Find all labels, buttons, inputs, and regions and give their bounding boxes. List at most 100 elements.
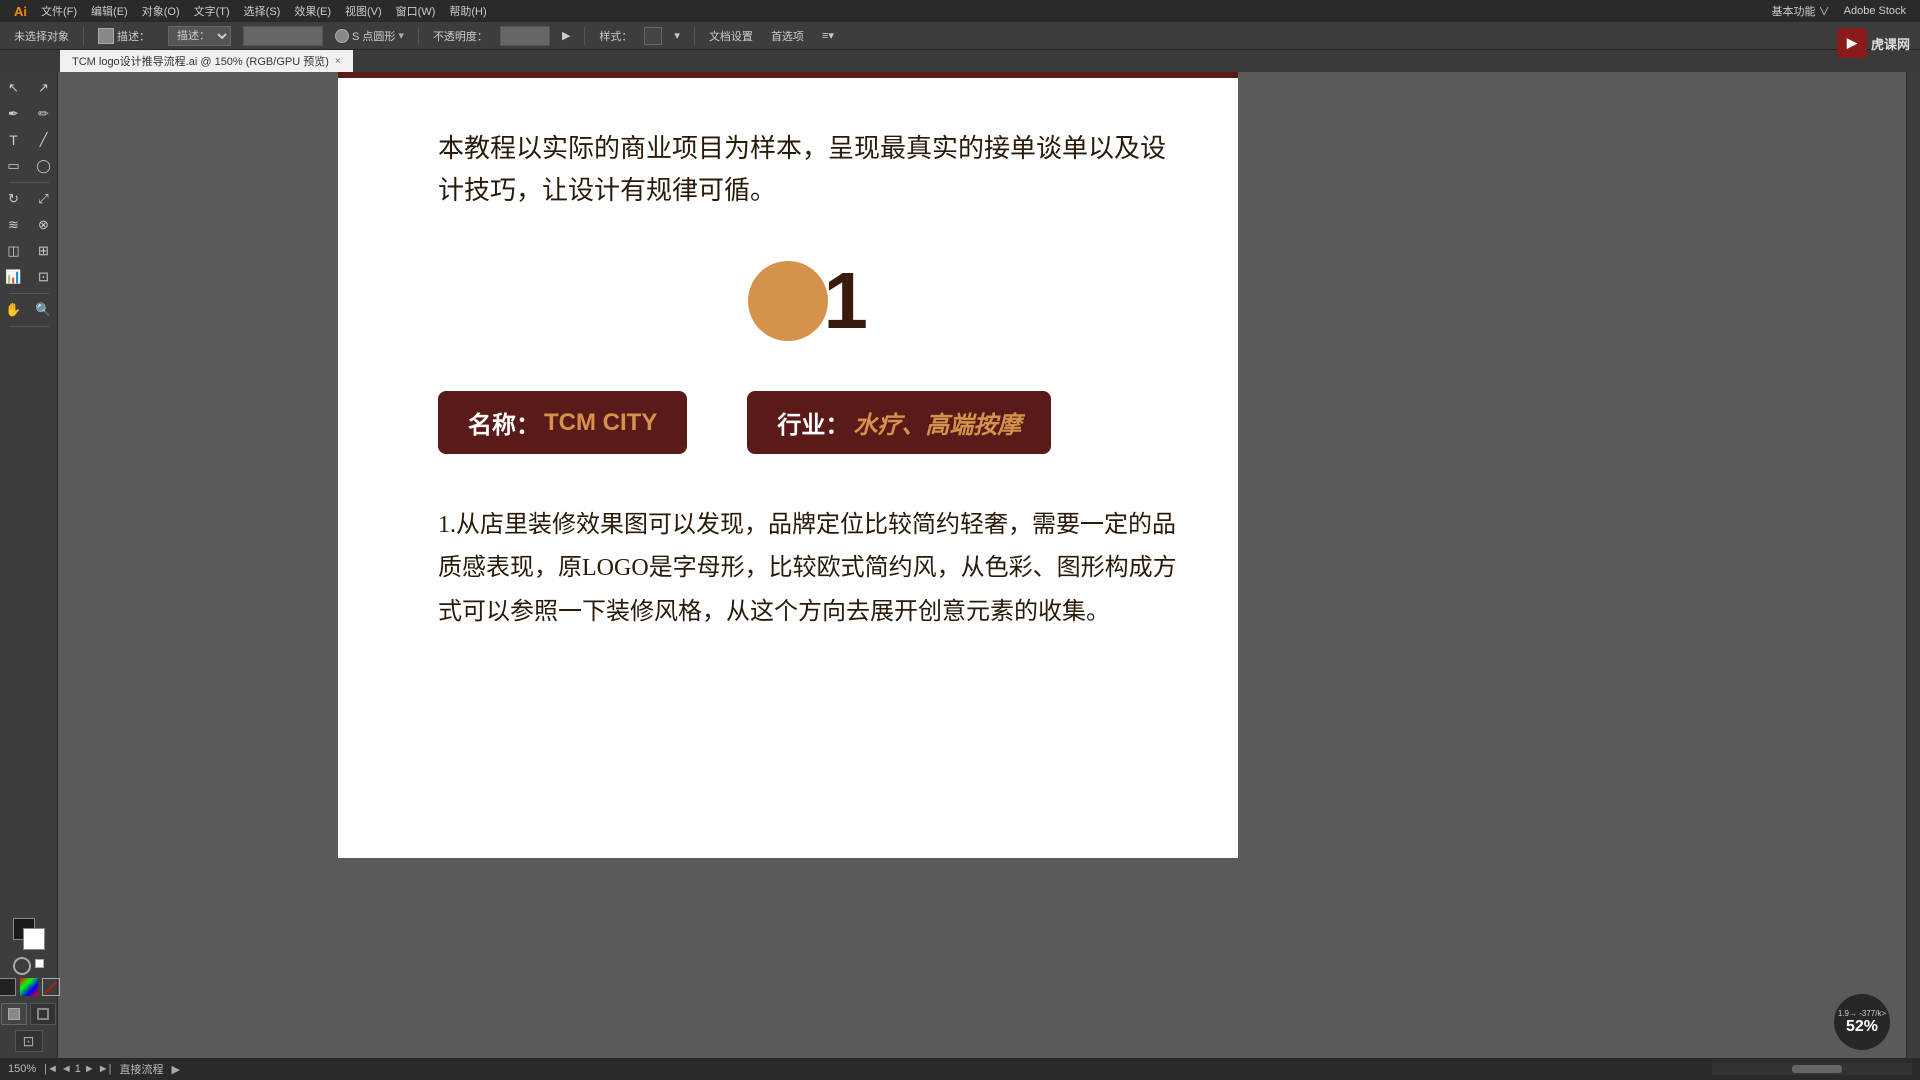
- direct-select-tool[interactable]: ↗: [30, 76, 58, 100]
- tool-row-3: T ╱: [0, 128, 58, 152]
- number-circle: [748, 261, 828, 341]
- menu-edit[interactable]: 编辑(E): [85, 1, 134, 21]
- brand-name: 虎课网: [1871, 34, 1910, 53]
- opacity-field[interactable]: [243, 26, 323, 46]
- badges-row: 名称： TCM CITY 行业： 水疗、高端按摩: [438, 391, 1178, 454]
- style-swatch[interactable]: [644, 27, 662, 45]
- gradient-swatch[interactable]: [20, 978, 38, 996]
- rect-tool[interactable]: ▭: [0, 154, 28, 178]
- page-number: 1: [75, 1063, 81, 1075]
- text-tool[interactable]: T: [0, 128, 28, 152]
- adobe-stock[interactable]: Adobe Stock: [1838, 3, 1912, 19]
- pencil-tool[interactable]: ✏: [30, 102, 58, 126]
- stroke-color[interactable]: 描述：: [92, 26, 156, 46]
- chart-tool[interactable]: 📊: [0, 265, 28, 289]
- menu-select[interactable]: 选择(S): [238, 1, 287, 21]
- tool-row-2: ✒ ✏: [0, 102, 58, 126]
- zoom-tool[interactable]: 🔍: [30, 298, 58, 322]
- menu-text[interactable]: 文字(T): [188, 1, 236, 21]
- menu-window[interactable]: 窗口(W): [390, 1, 442, 21]
- pen-tool[interactable]: ✒: [0, 102, 28, 126]
- style-arrow[interactable]: ▾: [668, 27, 686, 44]
- last-page-btn[interactable]: ►|: [98, 1063, 112, 1075]
- flow-label[interactable]: 直接流程: [120, 1061, 164, 1077]
- right-panel: [1906, 72, 1920, 1062]
- hand-tool[interactable]: ✋: [0, 298, 28, 322]
- menu-view[interactable]: 视图(V): [339, 1, 388, 21]
- scale-tool[interactable]: ⤢: [30, 187, 58, 211]
- selection-tool-label: 未选择对象: [8, 26, 75, 46]
- first-page-btn[interactable]: |◄: [44, 1063, 58, 1075]
- number-section: 1: [438, 251, 1178, 351]
- scrollbar-track[interactable]: [1712, 1063, 1912, 1075]
- stroke-select[interactable]: 描述：: [168, 26, 231, 46]
- body-text: 1.从店里装修效果图可以发现，品牌定位比较简约轻奢，需要一定的品质感表现，原LO…: [438, 504, 1178, 634]
- first-item[interactable]: 首选项: [765, 26, 810, 46]
- tool-divider-1: [9, 182, 49, 183]
- menu-object[interactable]: 对象(O): [136, 1, 186, 21]
- zoom-value[interactable]: 150%: [8, 1063, 36, 1075]
- play-btn[interactable]: ▶: [172, 1063, 180, 1076]
- doc-settings[interactable]: 文档设置: [703, 26, 759, 46]
- select-tool[interactable]: ↖: [0, 76, 28, 100]
- blend-tool[interactable]: ⊗: [30, 213, 58, 237]
- menu-effect[interactable]: 效果(E): [288, 1, 337, 21]
- tool-row-7: ◫ ⊞: [0, 239, 58, 263]
- badge-name-value: TCM CITY: [544, 409, 657, 437]
- tool-row-9: ✋ 🔍: [0, 298, 58, 322]
- rotate-tool[interactable]: ↻: [0, 187, 28, 211]
- badge-name-label: 名称：: [468, 405, 540, 440]
- stroke-weight[interactable]: 描述：: [162, 24, 237, 48]
- scrollbar-thumb[interactable]: [1792, 1065, 1842, 1073]
- app-logo: Ai: [8, 2, 33, 21]
- page-nav: |◄ ◄ 1 ► ►|: [44, 1063, 111, 1075]
- badge-name: 名称： TCM CITY: [438, 391, 687, 454]
- none-swatch[interactable]: [42, 978, 60, 996]
- none-icon[interactable]: [13, 957, 31, 975]
- opacity-arrow[interactable]: ▶: [556, 27, 576, 44]
- color-swatches[interactable]: [13, 918, 45, 950]
- badge-industry: 行业： 水疗、高端按摩: [747, 391, 1051, 454]
- tool-row-5: ↻ ⤢: [0, 187, 58, 211]
- line-tool[interactable]: ╱: [30, 128, 58, 152]
- left-toolbar: ↖ ↗ ✒ ✏ T ╱ ▭ ◯ ↻ ⤢ ≋ ⊗ ◫ ⊞ 📊 ⊡ ✋ 🔍: [0, 72, 58, 1062]
- shape-label: S 点圆形: [352, 28, 395, 44]
- badge-industry-label: 行业：: [777, 405, 849, 440]
- status-bar: 150% |◄ ◄ 1 ► ►| 直接流程 ▶: [0, 1058, 1920, 1080]
- gradient-tool[interactable]: ◫: [0, 239, 28, 263]
- ellipse-tool[interactable]: ◯: [30, 154, 58, 178]
- swap-icon[interactable]: [35, 959, 44, 968]
- doc-tab[interactable]: TCM logo设计推导流程.ai @ 150% (RGB/GPU 预览) ×: [60, 50, 353, 72]
- menu-bar: Ai 文件(F) 编辑(E) 对象(O) 文字(T) 选择(S) 效果(E) 视…: [0, 0, 1920, 22]
- layer-icon[interactable]: ⊡: [15, 1030, 43, 1052]
- tool-row-8: 📊 ⊡: [0, 265, 58, 289]
- style-label: 样式：: [593, 26, 638, 46]
- number-text: 1: [824, 261, 869, 341]
- background-swatch[interactable]: [23, 928, 45, 950]
- artboard: 本教程以实际的商业项目为样本，呈现最真实的接单谈单以及设计技巧，让设计有规律可循…: [338, 78, 1238, 858]
- number-circle-container: 1: [748, 251, 868, 351]
- shape-btn[interactable]: S 点圆形 ▾: [329, 26, 410, 46]
- divider-3: [584, 27, 585, 45]
- draw-mode-behind[interactable]: [30, 1003, 56, 1025]
- tool-row-6: ≋ ⊗: [0, 213, 58, 237]
- color-mode[interactable]: [0, 978, 16, 996]
- mesh-tool[interactable]: ⊞: [30, 239, 58, 263]
- artboard-content: 本教程以实际的商业项目为样本，呈现最真实的接单谈单以及设计技巧，让设计有规律可循…: [338, 78, 1238, 674]
- zoom-top-label: 1.9→ -377/k>: [1838, 1009, 1886, 1018]
- menu-file[interactable]: 文件(F): [35, 1, 83, 21]
- doc-tab-close[interactable]: ×: [335, 56, 341, 67]
- next-page-btn[interactable]: ►: [84, 1063, 95, 1075]
- more-btn[interactable]: ≡▾: [816, 27, 840, 44]
- prev-page-btn[interactable]: ◄: [61, 1063, 72, 1075]
- zoom-indicator: 1.9→ -377/k> 52%: [1834, 994, 1890, 1050]
- opacity-value[interactable]: 100%: [500, 26, 550, 46]
- zoom-percentage: 52%: [1846, 1018, 1878, 1036]
- draw-mode-normal[interactable]: [1, 1003, 27, 1025]
- warp-tool[interactable]: ≋: [0, 213, 28, 237]
- canvas-area: 本教程以实际的商业项目为样本，呈现最真实的接单谈单以及设计技巧，让设计有规律可循…: [58, 72, 1906, 1058]
- basic-function[interactable]: 基本功能 ∨: [1766, 1, 1836, 21]
- divider-2: [418, 27, 419, 45]
- artboard-tool[interactable]: ⊡: [30, 265, 58, 289]
- menu-help[interactable]: 帮助(H): [443, 1, 492, 21]
